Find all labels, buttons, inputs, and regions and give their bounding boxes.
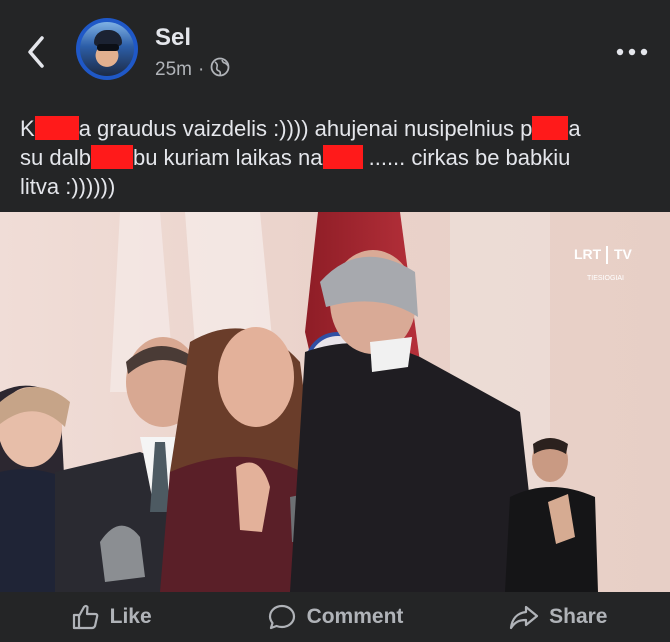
post-text: Ka graudus vaizdelis :)))) ahujenai nusi…: [20, 114, 660, 201]
avatar[interactable]: [76, 18, 138, 80]
post-meta: 25m ·: [155, 57, 230, 83]
meta-separator: ·: [197, 59, 205, 80]
post-time[interactable]: 25m: [155, 59, 192, 81]
redaction-box: [322, 145, 363, 169]
text-fragment: litva :)))))): [20, 174, 116, 199]
share-label: Share: [549, 605, 608, 628]
text-fragment: ...... cirkas be babkiu: [362, 145, 571, 170]
share-button[interactable]: Share: [447, 592, 670, 642]
post-photo[interactable]: LRT TV TIESIOGIAI: [0, 212, 670, 592]
redaction-box: [90, 145, 133, 169]
like-label: Like: [109, 605, 152, 628]
comment-button[interactable]: Comment: [223, 592, 446, 642]
back-arrow-icon[interactable]: [22, 34, 54, 70]
text-fragment: bu kuriam laikas na: [132, 145, 323, 170]
share-icon: [510, 605, 539, 630]
text-fragment: a: [568, 116, 581, 141]
globe-icon: [210, 57, 230, 83]
channel-logo-suffix: TV: [614, 246, 633, 262]
text-fragment: K: [20, 116, 35, 141]
author-name[interactable]: Sel: [155, 24, 191, 52]
text-fragment: a graudus vaizdelis :)))) ahujenai nusip…: [78, 116, 533, 141]
channel-logo-text: LRT: [574, 246, 602, 262]
redaction-box: [532, 116, 569, 140]
comment-icon: [268, 604, 295, 630]
text-fragment: su dalb: [20, 145, 91, 170]
like-button[interactable]: Like: [0, 592, 223, 642]
live-label: TIESIOGIAI: [587, 275, 624, 282]
comment-label: Comment: [306, 605, 404, 628]
action-bar: Like Comment Share: [0, 592, 670, 642]
like-icon: [72, 604, 98, 630]
redaction-box: [34, 116, 79, 140]
post-header: Sel 25m ·: [0, 0, 670, 100]
more-options-icon[interactable]: [612, 40, 652, 64]
